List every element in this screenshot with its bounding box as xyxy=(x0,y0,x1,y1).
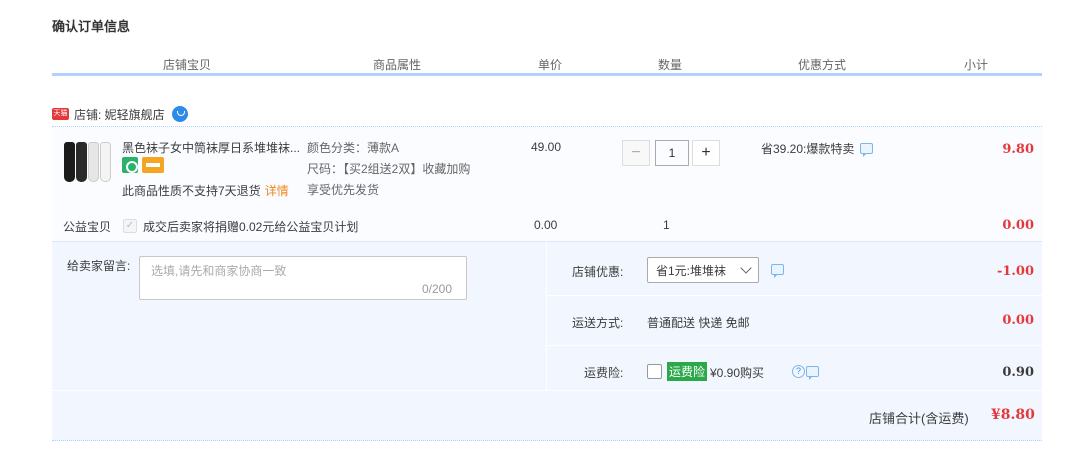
message-placeholder: 选填,请先和商家协商一致 xyxy=(151,264,287,278)
shop-total-label: 店铺合计(含运费) xyxy=(869,411,969,426)
quantity-stepper: − 1 + xyxy=(622,140,720,166)
charity-checkbox: ✓ xyxy=(123,219,137,233)
help-icon[interactable]: ? xyxy=(792,365,805,378)
comment-icon[interactable] xyxy=(860,143,874,157)
item-subtotal: 9.80 xyxy=(1002,142,1034,157)
header-col-discount: 优惠方式 xyxy=(797,58,846,72)
message-char-counter: 0/200 xyxy=(422,282,453,296)
tmall-badge-icon: 天猫 xyxy=(52,108,69,120)
promo-text: 省39.20:爆款特卖 xyxy=(761,142,855,156)
quantity-plus-button[interactable]: + xyxy=(692,140,720,166)
shop-discount-amount: -1.00 xyxy=(996,264,1034,279)
product-thumbnail[interactable] xyxy=(60,138,112,186)
header-col-attributes: 商品属性 xyxy=(372,58,421,72)
charity-qty: 1 xyxy=(663,218,670,232)
service-badge-icon xyxy=(122,157,138,173)
attr-priority: 享受优先发货 xyxy=(307,183,380,197)
wangwang-chat-icon[interactable] xyxy=(171,106,188,122)
quantity-input[interactable]: 1 xyxy=(655,140,689,166)
promo-info: 省39.20:爆款特卖 xyxy=(761,140,874,157)
insurance-price-text: ¥0.90购买 xyxy=(710,366,765,380)
insurance-checkbox[interactable] xyxy=(647,364,662,379)
shop-discount-label: 店铺优惠: xyxy=(572,265,624,279)
shop-name[interactable]: 店铺: 妮轻旗舰店 xyxy=(74,106,165,123)
service-badges xyxy=(122,157,164,173)
insurance-tag: 运费险 xyxy=(667,362,708,381)
header-col-shop-item: 店铺宝贝 xyxy=(162,58,211,72)
header-col-quantity: 数量 xyxy=(657,58,682,72)
comment-icon[interactable] xyxy=(771,264,784,278)
header-col-subtotal: 小计 xyxy=(963,58,988,72)
shop-discount-select[interactable]: 省1元:堆堆袜 xyxy=(647,257,759,283)
message-label: 给卖家留言: xyxy=(67,259,131,273)
shipping-label: 运送方式: xyxy=(572,316,624,330)
charity-label: 公益宝贝 xyxy=(63,220,112,234)
shop-total-value: ¥8.80 xyxy=(991,407,1035,423)
chevron-down-icon xyxy=(740,262,752,274)
page-title: 确认订单信息 xyxy=(52,19,131,34)
comment-icon[interactable] xyxy=(806,366,820,380)
card-payment-icon xyxy=(142,157,164,173)
panel-divider xyxy=(546,242,547,390)
attr-size: 尺码：【买2组送2双】收藏加购 xyxy=(307,162,471,176)
insurance-label: 运费险: xyxy=(584,366,624,380)
unit-price: 49.00 xyxy=(531,140,562,154)
quantity-minus-button[interactable]: − xyxy=(622,140,650,166)
charity-price: 0.00 xyxy=(534,218,558,232)
shop-row: 天猫 店铺: 妮轻旗舰店 xyxy=(52,104,188,124)
header-underline xyxy=(52,73,1042,76)
item-title[interactable]: 黑色袜子女中筒袜厚日系堆堆袜... xyxy=(122,139,300,156)
charity-subtotal: 0.00 xyxy=(1002,218,1034,233)
insurance-amount: 0.90 xyxy=(1002,365,1034,380)
shop-discount-selected: 省1元:堆堆袜 xyxy=(656,263,727,278)
row-divider xyxy=(547,345,1042,346)
row-divider xyxy=(547,295,1042,296)
no-return-note: 此商品性质不支持7天退货 详情 xyxy=(122,184,289,198)
shipping-amount: 0.00 xyxy=(1002,313,1034,328)
detail-link[interactable]: 详情 xyxy=(265,184,289,198)
charity-text: 成交后卖家将捐赠0.02元给公益宝贝计划 xyxy=(143,220,359,234)
header-col-unit-price: 单价 xyxy=(537,58,562,72)
shipping-method: 普通配送 快递 免邮 xyxy=(647,316,750,330)
attr-color: 颜色分类：薄款A xyxy=(307,141,400,155)
